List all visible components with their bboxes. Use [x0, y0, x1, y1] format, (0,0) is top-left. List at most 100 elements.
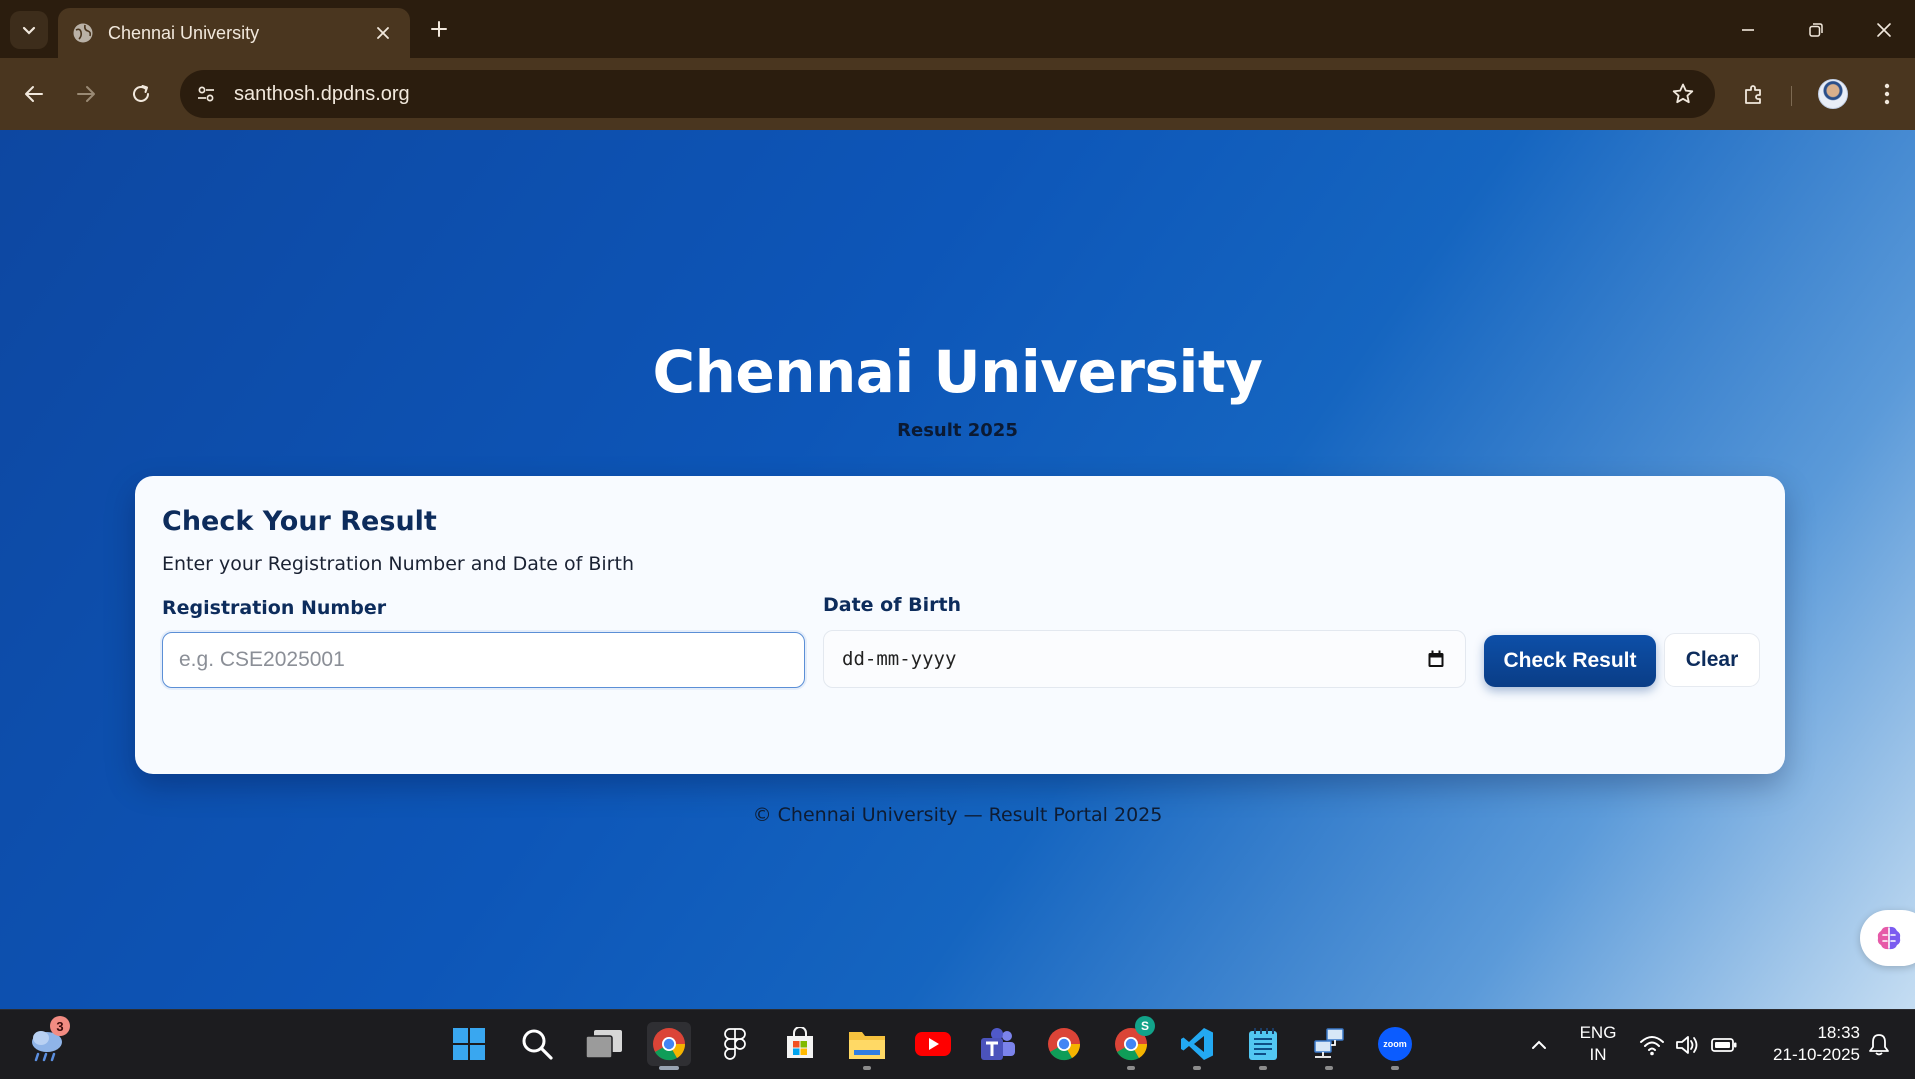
result-form-card: Check Your Result Enter your Registratio…	[135, 476, 1785, 774]
taskbar-microsoft-store[interactable]	[778, 1022, 822, 1066]
taskbar	[0, 1009, 1915, 1079]
avatar	[1818, 79, 1848, 109]
search-icon	[522, 1029, 553, 1060]
browser-tab-bar: Chennai University	[0, 0, 1915, 58]
network-computers-icon	[1314, 1028, 1344, 1058]
address-bar[interactable]: santhosh.dpdns.org	[180, 70, 1715, 118]
calendar-icon[interactable]	[1425, 648, 1447, 670]
clock[interactable]: 18:33 21-10-2025	[1756, 1022, 1860, 1066]
minimize-icon	[1742, 29, 1754, 31]
site-info-button[interactable]	[186, 74, 226, 114]
restore-button[interactable]	[1794, 12, 1838, 48]
assistant-launcher[interactable]	[1860, 910, 1915, 966]
bell-icon	[1869, 1034, 1889, 1056]
tune-icon	[198, 86, 214, 102]
globe-icon	[73, 23, 93, 43]
plus-icon	[431, 21, 447, 37]
restore-icon	[1809, 23, 1823, 37]
language-indicator[interactable]: ENG IN	[1574, 1022, 1622, 1066]
running-indicator	[659, 1066, 679, 1070]
running-indicator	[1193, 1066, 1201, 1070]
profile-button[interactable]	[1813, 74, 1853, 114]
task-view-icon	[585, 1030, 622, 1059]
tab-title: Chennai University	[108, 22, 260, 43]
toolbar-divider	[1791, 86, 1792, 106]
show-hidden-icons-button[interactable]	[1526, 1032, 1552, 1058]
bookmark-button[interactable]	[1663, 74, 1703, 114]
weather-widget[interactable]: 3	[24, 1016, 74, 1068]
page-footer: © Chennai University — Result Portal 202…	[752, 804, 1163, 826]
notifications-button[interactable]	[1866, 1032, 1892, 1058]
taskbar-teams[interactable]	[976, 1022, 1020, 1066]
running-indicator	[1391, 1066, 1399, 1070]
page-viewport: Chennai University Result 2025 Check You…	[0, 130, 1915, 1009]
running-indicator	[1127, 1066, 1135, 1070]
taskbar-notepad[interactable]	[1241, 1022, 1285, 1070]
store-icon	[787, 1027, 813, 1058]
folder-icon	[849, 1032, 885, 1059]
site-header: Chennai University Result 2025	[0, 338, 1915, 441]
puzzle-icon	[1745, 85, 1761, 104]
forward-button[interactable]	[66, 74, 106, 114]
taskbar-figma[interactable]	[713, 1022, 757, 1066]
language-code: ENG	[1579, 1023, 1617, 1042]
menu-button[interactable]	[1867, 74, 1907, 114]
date-of-birth-input[interactable]: dd-mm-yyyy	[823, 630, 1466, 688]
check-result-button[interactable]: Check Result	[1484, 635, 1656, 687]
clock-date: 21-10-2025	[1773, 1045, 1860, 1064]
clock-time: 18:33	[1817, 1023, 1860, 1042]
wifi-icon	[1640, 1036, 1664, 1056]
notification-badge: 3	[50, 1016, 70, 1036]
taskbar-search[interactable]	[515, 1022, 559, 1066]
star-icon	[1672, 83, 1694, 104]
battery-icon	[1711, 1038, 1737, 1052]
date-of-birth-label: Date of Birth	[823, 594, 962, 616]
clear-button[interactable]: Clear	[1664, 633, 1760, 687]
chrome-icon	[653, 1028, 686, 1061]
wifi-status[interactable]	[1639, 1032, 1665, 1058]
back-button[interactable]	[14, 74, 54, 114]
taskbar-task-view[interactable]	[582, 1022, 626, 1066]
running-indicator	[863, 1066, 871, 1070]
brain-icon	[1877, 926, 1901, 950]
close-window-button[interactable]	[1862, 12, 1906, 48]
taskbar-start-button[interactable]	[447, 1022, 491, 1066]
youtube-icon	[915, 1032, 951, 1056]
chevron-down-icon	[22, 26, 36, 35]
taskbar-chrome[interactable]	[1042, 1022, 1086, 1066]
taskbar-chrome-active[interactable]	[647, 1022, 691, 1070]
notepad-icon	[1249, 1028, 1277, 1060]
close-icon	[1877, 23, 1891, 37]
profile-badge: S	[1135, 1016, 1155, 1036]
arrow-left-icon	[25, 86, 43, 102]
registration-number-label: Registration Number	[162, 597, 387, 619]
minimize-button[interactable]	[1726, 12, 1770, 48]
page-subtitle: Result 2025	[897, 420, 1018, 441]
url-text: santhosh.dpdns.org	[234, 82, 410, 105]
teams-icon	[981, 1028, 1015, 1060]
extensions-button[interactable]	[1734, 74, 1774, 114]
windows-icon	[453, 1028, 485, 1060]
reload-button[interactable]	[121, 74, 161, 114]
taskbar-zoom[interactable]: zoom	[1373, 1022, 1417, 1070]
browser-tab[interactable]: Chennai University	[58, 8, 410, 58]
zoom-label: zoom	[1383, 1039, 1407, 1049]
chrome-icon	[1048, 1028, 1081, 1061]
card-description: Enter your Registration Number and Date …	[162, 553, 634, 575]
volume-status[interactable]	[1675, 1032, 1701, 1058]
running-indicator	[1325, 1066, 1333, 1070]
registration-number-input[interactable]	[162, 632, 805, 688]
battery-status[interactable]	[1711, 1032, 1737, 1058]
chevron-up-icon	[1532, 1040, 1546, 1049]
running-indicator	[1259, 1066, 1267, 1070]
new-tab-button[interactable]	[424, 14, 454, 44]
taskbar-youtube[interactable]	[911, 1022, 955, 1066]
page-title: Chennai University	[652, 338, 1263, 406]
taskbar-vscode[interactable]	[1175, 1022, 1219, 1070]
tab-close-button[interactable]	[370, 20, 396, 46]
taskbar-network-tool[interactable]	[1307, 1022, 1351, 1070]
taskbar-file-explorer[interactable]	[845, 1022, 889, 1070]
taskbar-chrome-profile[interactable]: S	[1109, 1016, 1155, 1070]
card-heading: Check Your Result	[162, 506, 437, 537]
tab-search-button[interactable]	[10, 11, 48, 49]
